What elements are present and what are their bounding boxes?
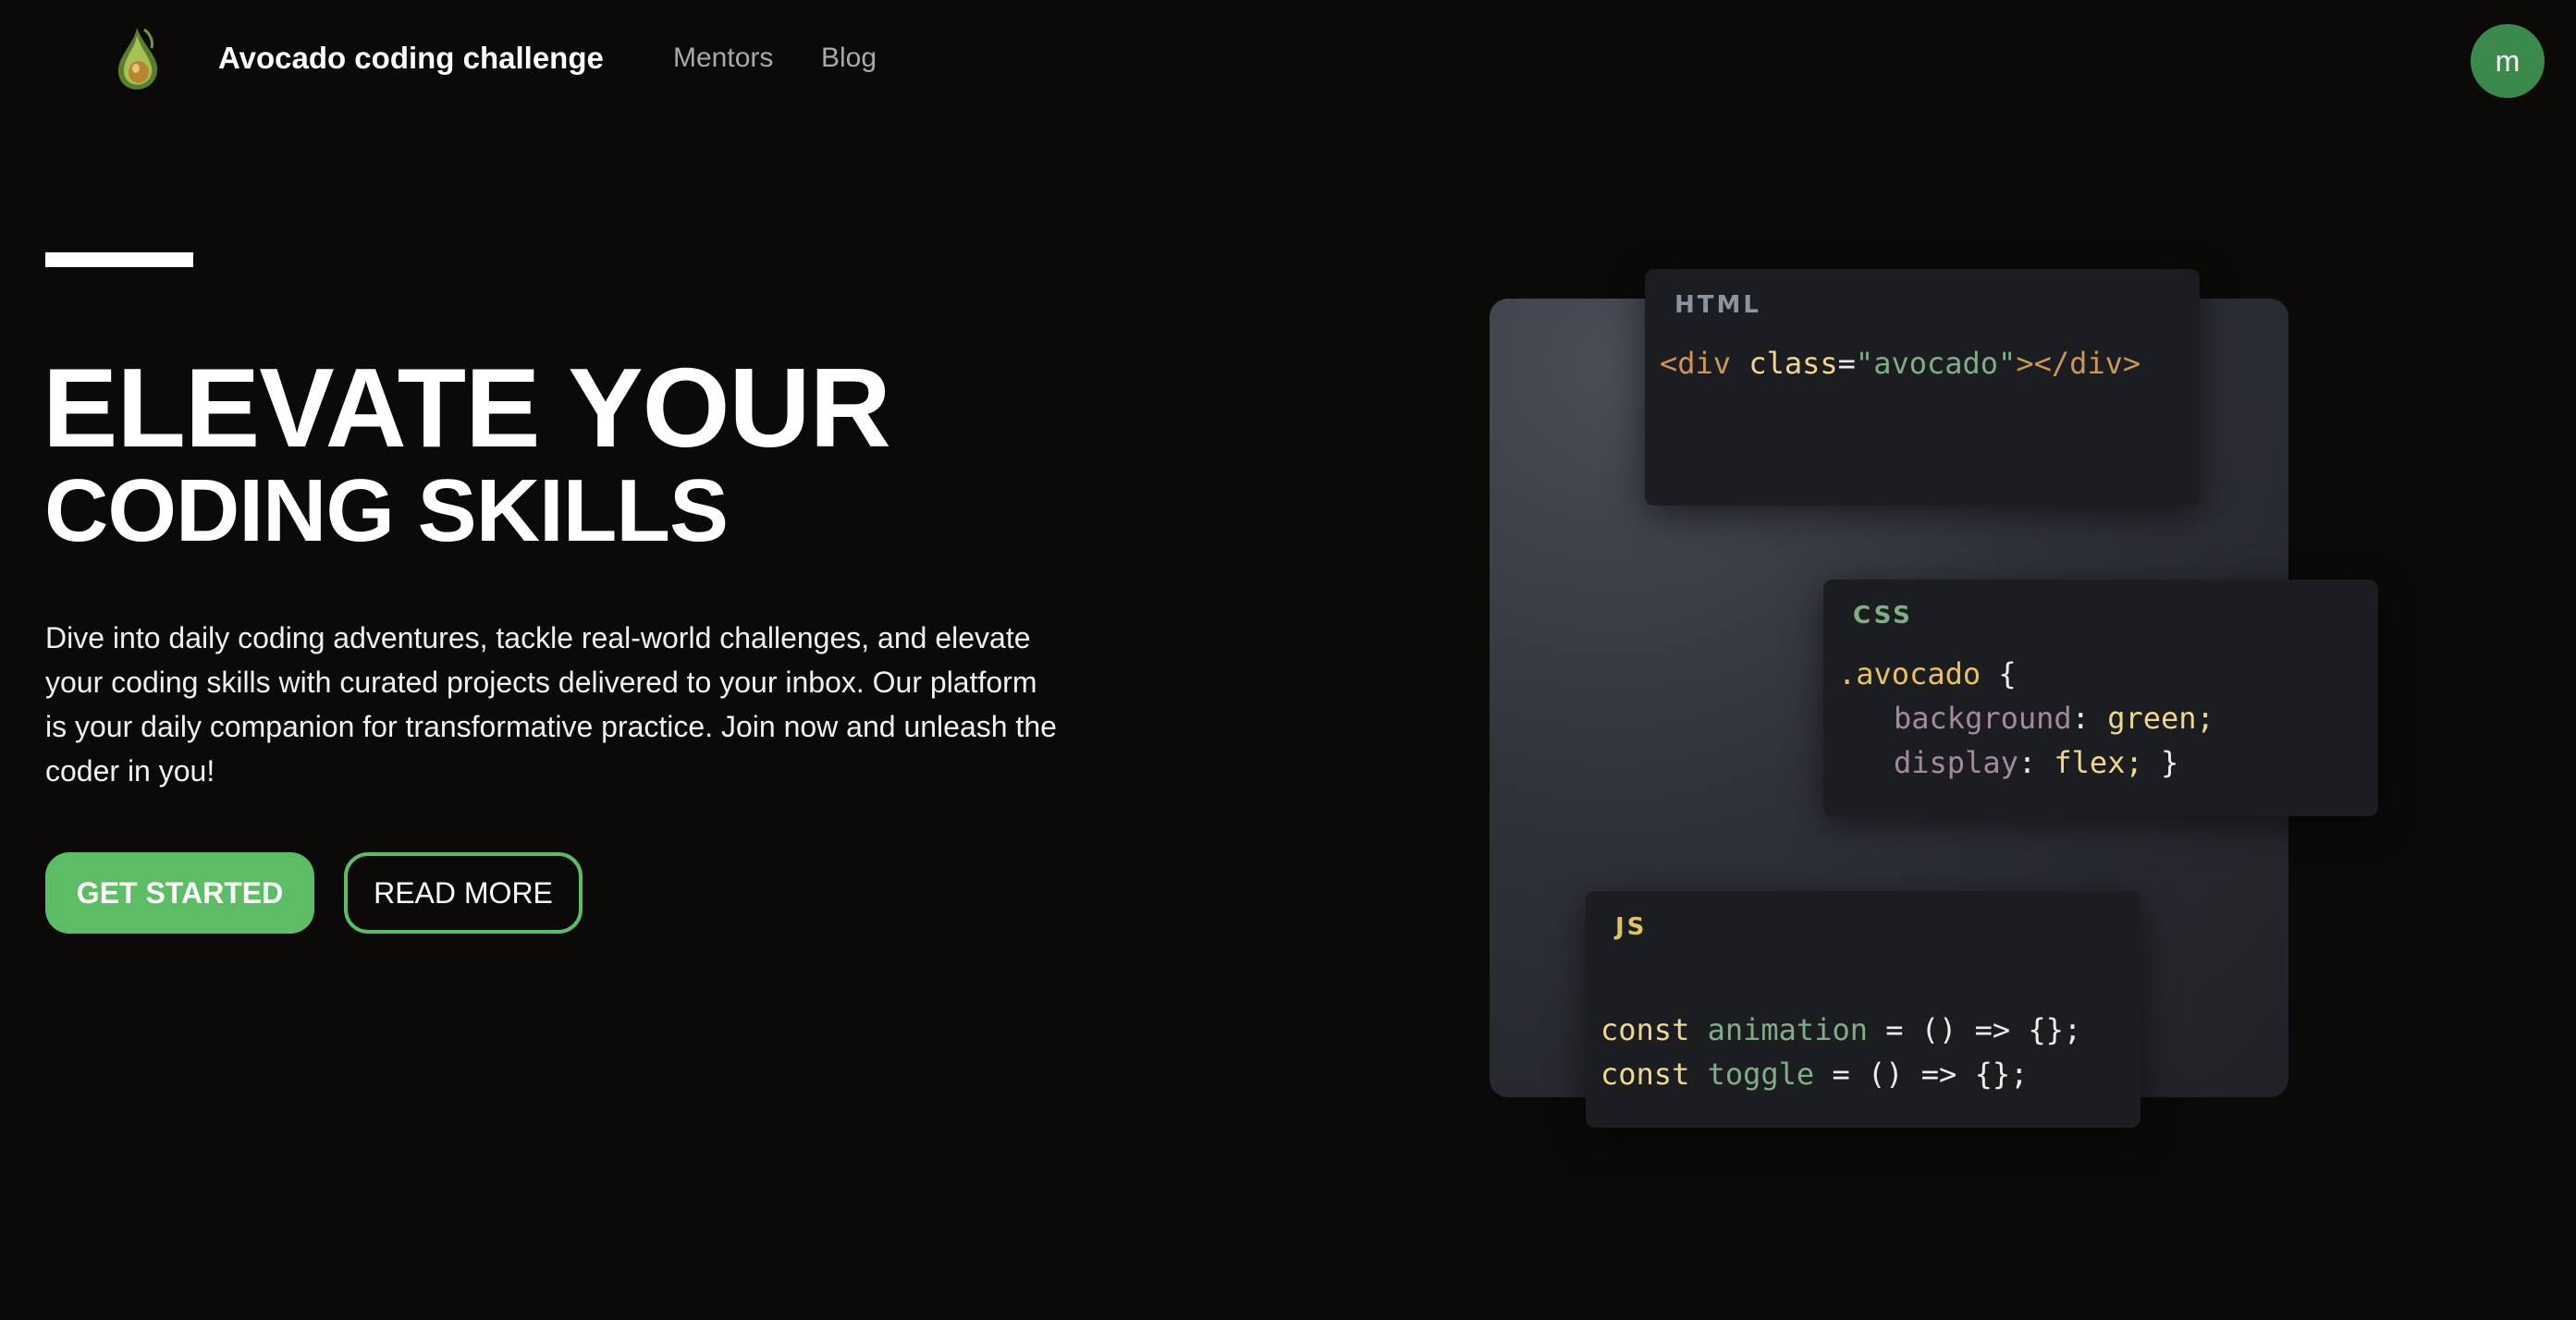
code-token: = () => {}; xyxy=(1867,1012,2082,1047)
brand-name[interactable]: Avocado coding challenge xyxy=(218,41,604,76)
css-card-label: CSS xyxy=(1853,602,1913,629)
html-code-card: HTML <div class="avocado"></div> xyxy=(1645,269,2200,506)
hero-headline-line-2: CODING SKILLS xyxy=(44,461,729,560)
code-token: .avocado xyxy=(1838,656,1981,691)
code-token: green; xyxy=(2107,701,2214,736)
css-code-card: CSS .avocado { background: green; displa… xyxy=(1823,580,2378,816)
code-token: const xyxy=(1601,1012,1690,1047)
code-token: = xyxy=(1837,346,1856,381)
read-more-button[interactable]: READ MORE xyxy=(344,852,583,934)
code-token: animation xyxy=(1707,1012,1868,1047)
get-started-button[interactable]: GET STARTED xyxy=(45,852,314,934)
code-token: = () => {}; xyxy=(1814,1057,2029,1092)
hero-headline-line-1: ELEVATE YOUR xyxy=(43,345,891,471)
user-avatar[interactable]: m xyxy=(2471,24,2545,98)
accent-bar xyxy=(45,252,193,267)
avatar-initial: m xyxy=(2495,43,2521,78)
landing-page: Avocado coding challenge Mentors Blog m … xyxy=(0,0,2576,1320)
code-token: flex; xyxy=(2054,745,2143,780)
code-token: { xyxy=(1981,656,2017,691)
nav-link-blog[interactable]: Blog xyxy=(821,43,877,74)
code-token: <div xyxy=(1660,346,1732,381)
code-token: ></div> xyxy=(2016,346,2141,381)
code-token: class xyxy=(1748,346,1838,381)
nav-link-mentors[interactable]: Mentors xyxy=(673,43,773,74)
js-code-line-2: const toggle = () => {}; xyxy=(1601,1052,2028,1096)
code-token: display xyxy=(1894,745,2018,780)
code-token: "avocado" xyxy=(1855,346,2017,381)
avocado-logo-icon[interactable] xyxy=(107,26,166,92)
js-code-line-1: const animation = () => {}; xyxy=(1601,1008,2081,1052)
js-code-card: JS const animation = () => {}; const tog… xyxy=(1586,891,2141,1128)
html-code-line: <div class="avocado"></div> xyxy=(1660,341,2141,385)
code-token: : xyxy=(2071,701,2108,736)
code-token: toggle xyxy=(1707,1057,1815,1092)
js-card-label: JS xyxy=(1615,913,1648,941)
site-header: Avocado coding challenge Mentors Blog m xyxy=(0,0,2576,122)
code-token: } xyxy=(2142,745,2179,780)
hero-intro-text: Dive into daily coding adventures, tackl… xyxy=(45,621,1057,788)
code-token: : xyxy=(2018,745,2055,780)
code-token: background xyxy=(1894,701,2072,736)
css-code-line-3: display: flex; } xyxy=(1838,740,2178,785)
css-code-line-2: background: green; xyxy=(1838,696,2214,740)
html-card-label: HTML xyxy=(1674,291,1761,319)
code-token: const xyxy=(1601,1057,1690,1092)
css-code-line-1: .avocado { xyxy=(1838,652,2017,696)
